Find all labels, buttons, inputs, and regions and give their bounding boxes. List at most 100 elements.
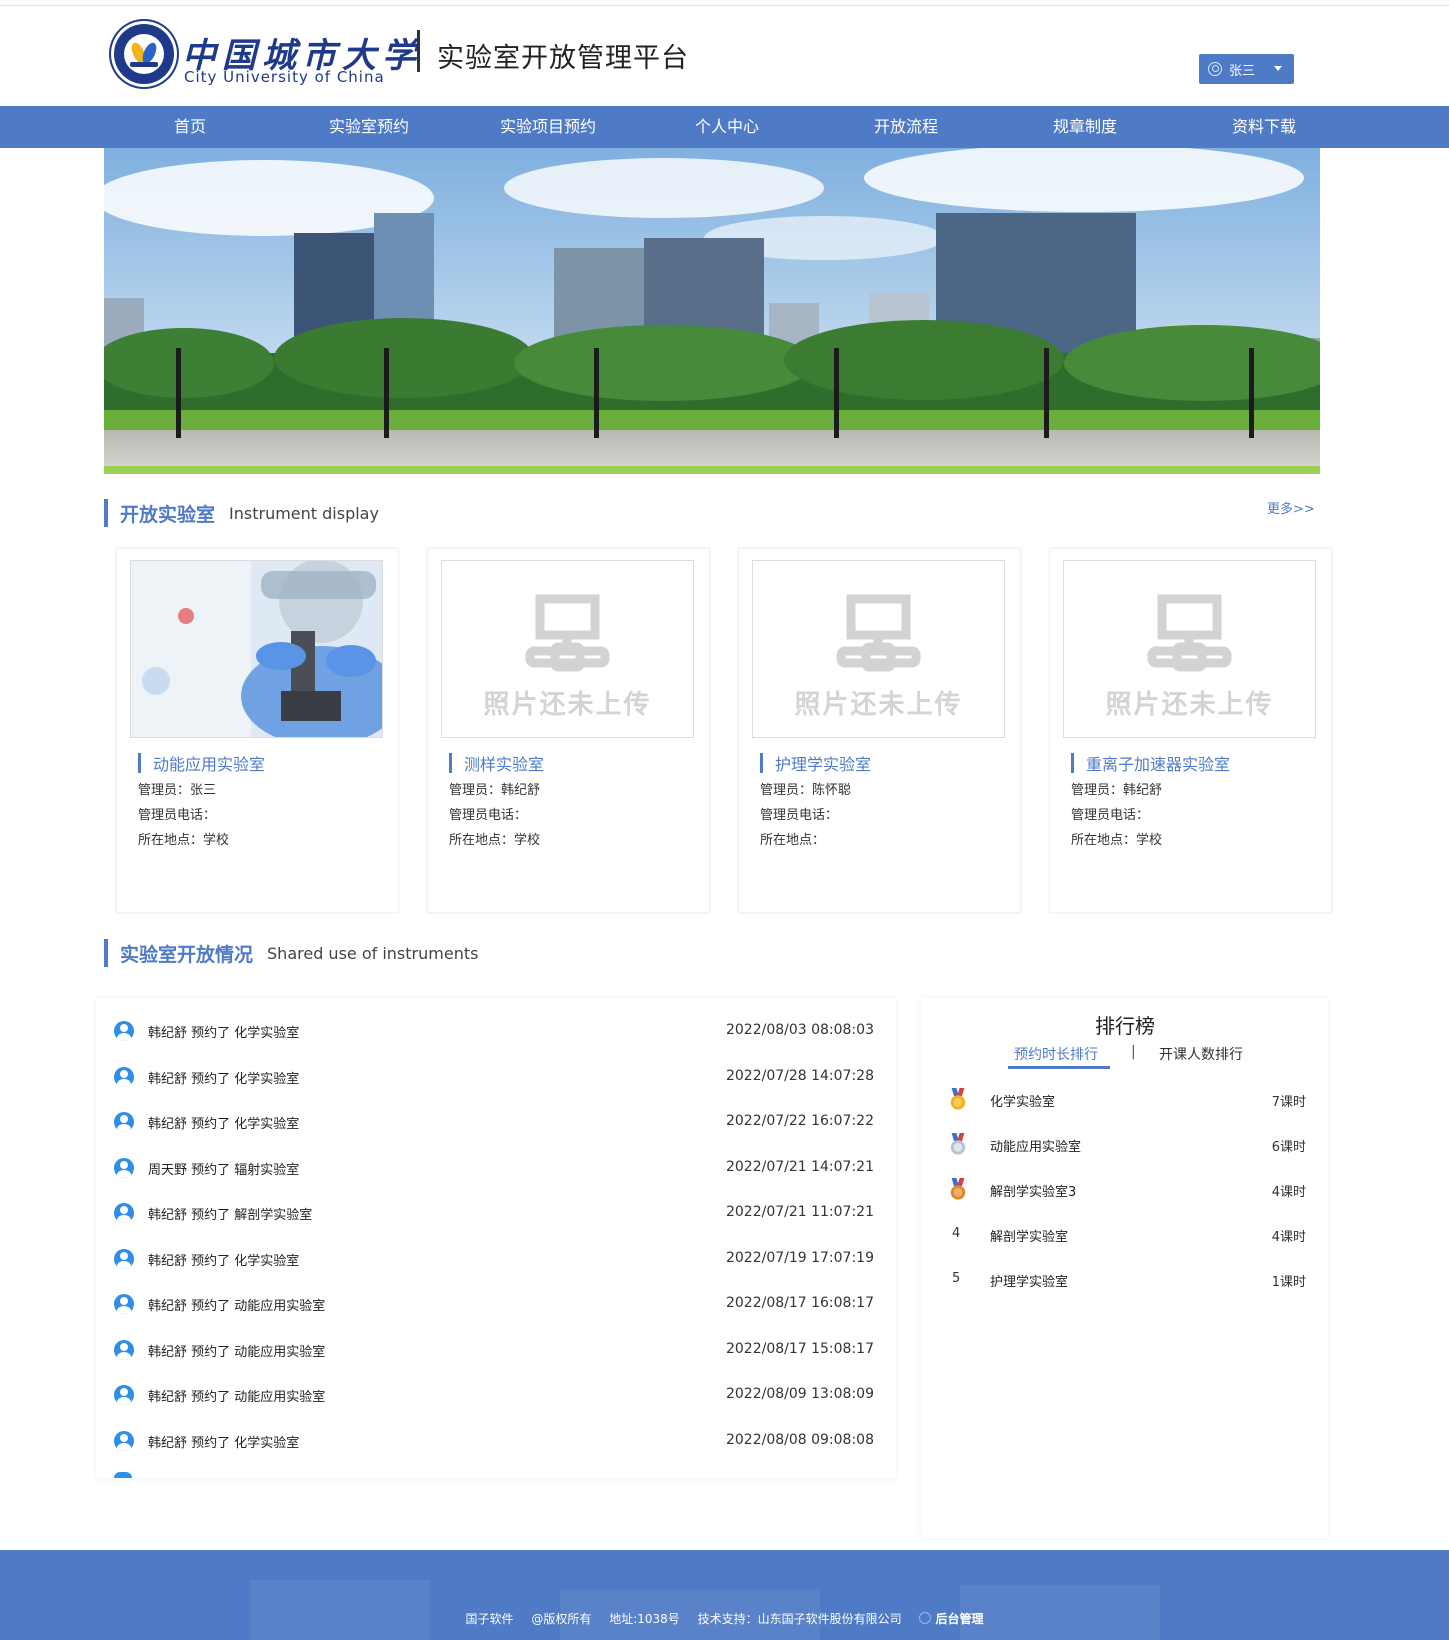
ranking-row[interactable]: 化学实验室 7课时 xyxy=(946,1088,1306,1112)
ranking-panel: 排行榜 预约时长排行 | 开课人数排行 化学实验室 7课时 动能应用实验室 6课… xyxy=(922,998,1328,1538)
list-item[interactable]: 韩纪舒 预约了 动能应用实验室 2022/08/09 13:08:09 xyxy=(114,1383,874,1407)
lab-name: 重离子加速器实验室 xyxy=(1086,755,1231,774)
admin-link-label: 后台管理 xyxy=(935,1612,984,1626)
lab-name: 动能应用实验室 xyxy=(153,755,266,774)
photo-placeholder-text: 照片还未上传 xyxy=(1105,690,1274,720)
more-labs-link[interactable]: 更多>> xyxy=(1267,498,1315,517)
usage-list: 韩纪舒 预约了 化学实验室 2022/08/03 08:08:03 韩纪舒 预约… xyxy=(96,998,896,1478)
usage-time: 2022/08/03 08:08:03 xyxy=(725,1022,874,1038)
ranking-number: 4 xyxy=(952,1226,961,1241)
user-icon xyxy=(1208,62,1222,76)
lab-photo[interactable] xyxy=(130,560,383,738)
list-item[interactable]: 韩纪舒 预约了 化学实验室 2022/08/08 09:08:08 xyxy=(114,1429,874,1453)
user-avatar-icon xyxy=(114,1294,134,1314)
lab-location: 所在地点：学校 xyxy=(1071,833,1163,848)
user-avatar-icon xyxy=(114,1067,134,1087)
lab-photo-placeholder[interactable]: 照片还未上传 xyxy=(752,560,1005,738)
usage-text: 韩纪舒 预约了 化学实验室 xyxy=(148,1254,300,1269)
admin-link[interactable]: 后台管理 xyxy=(919,1612,983,1626)
lab-manager: 管理员：韩纪舒 xyxy=(449,783,541,798)
footer-info: 国子软件 @版权所有 地址:1038号 技术支持：山东国子软件股份有限公司 后台… xyxy=(0,1610,1449,1627)
lab-photo-placeholder[interactable]: 照片还未上传 xyxy=(441,560,694,738)
tab-people-ranking[interactable]: 开课人数排行 xyxy=(1159,1044,1243,1064)
lab-title-link[interactable]: 动能应用实验室 xyxy=(138,751,265,775)
user-menu-button[interactable]: 张三 xyxy=(1199,54,1294,84)
lab-title-link[interactable]: 护理学实验室 xyxy=(760,751,871,775)
open-labs-subtitle: Instrument display xyxy=(229,503,379,523)
user-avatar-icon xyxy=(114,1112,134,1132)
usage-text: 韩纪舒 预约了 解剖学实验室 xyxy=(148,1208,313,1223)
admin-icon xyxy=(919,1612,932,1624)
lab-title-bar xyxy=(1071,753,1074,773)
footer-support: 技术支持：山东国子软件股份有限公司 xyxy=(697,1612,902,1626)
lab-manager: 管理员：张三 xyxy=(138,783,217,798)
usage-text: 韩纪舒 预约了 化学实验室 xyxy=(148,1436,300,1451)
heading-accent-bar xyxy=(104,499,108,527)
list-item[interactable]: 韩纪舒 预约了 化学实验室 2022/07/28 14:07:28 xyxy=(114,1065,874,1089)
usage-time: 2022/07/21 11:07:21 xyxy=(725,1204,874,1220)
list-item[interactable]: 韩纪舒 预约了 解剖学实验室 2022/07/21 11:07:21 xyxy=(114,1201,874,1225)
lab-manager: 管理员：韩纪舒 xyxy=(1071,783,1163,798)
lab-name: 测样实验室 xyxy=(464,755,545,774)
usage-time: 2022/08/17 16:08:17 xyxy=(725,1295,874,1311)
user-avatar-icon xyxy=(114,1021,134,1041)
university-name-en: City University of China xyxy=(184,68,385,86)
ranking-row[interactable]: 动能应用实验室 6课时 xyxy=(946,1133,1306,1157)
lab-card: 动能应用实验室 管理员：张三 管理员电话： 所在地点：学校 xyxy=(116,548,399,913)
list-item[interactable]: 周天野 预约了 辐射实验室 2022/07/21 14:07:21 xyxy=(114,1156,874,1180)
heading-accent-bar xyxy=(104,939,108,967)
lab-title-link[interactable]: 测样实验室 xyxy=(449,751,544,775)
usage-text: 韩纪舒 预约了 动能应用实验室 xyxy=(148,1299,326,1314)
ranking-row[interactable]: 4 解剖学实验室 4课时 xyxy=(946,1223,1306,1247)
ranking-lab-name: 解剖学实验室 xyxy=(990,1230,1069,1245)
nav-downloads[interactable]: 资料下载 xyxy=(1184,106,1344,148)
lab-card: 照片还未上传 护理学实验室 管理员：陈怀聪 管理员电话： 所在地点： xyxy=(738,548,1021,913)
tab-duration-ranking[interactable]: 预约时长排行 xyxy=(1014,1044,1098,1064)
active-tab-underline xyxy=(1008,1066,1110,1069)
main-nav: 首页 实验室预约 实验项目预约 个人中心 开放流程 规章制度 资料下载 xyxy=(0,106,1449,148)
footer: 国子软件 @版权所有 地址:1038号 技术支持：山东国子软件股份有限公司 后台… xyxy=(0,1550,1449,1640)
tab-separator: | xyxy=(1131,1044,1136,1060)
ranking-row[interactable]: 5 护理学实验室 1课时 xyxy=(946,1268,1306,1292)
nav-lab-booking[interactable]: 实验室预约 xyxy=(289,106,449,148)
lab-title-bar xyxy=(138,753,141,773)
lab-manager-phone: 管理员电话： xyxy=(449,808,528,823)
university-logo-icon[interactable] xyxy=(114,24,174,84)
list-item[interactable]: 韩纪舒 预约了 动能应用实验室 2022/08/17 16:08:17 xyxy=(114,1292,874,1316)
lab-card: 照片还未上传 测样实验室 管理员：韩纪舒 管理员电话： 所在地点：学校 xyxy=(427,548,710,913)
ranking-title: 排行榜 xyxy=(1095,1014,1155,1038)
nav-open-process[interactable]: 开放流程 xyxy=(826,106,986,148)
lab-manager-phone: 管理员电话： xyxy=(138,808,217,823)
user-name: 张三 xyxy=(1229,63,1256,79)
ranking-hours: 4课时 xyxy=(1271,1185,1306,1200)
list-item[interactable]: 韩纪舒 预约了 化学实验室 2022/08/03 08:08:03 xyxy=(114,1019,874,1043)
user-avatar-icon xyxy=(114,1203,134,1223)
ranking-number: 5 xyxy=(952,1271,961,1286)
lab-name: 护理学实验室 xyxy=(775,755,872,774)
ranking-hours: 1课时 xyxy=(1271,1275,1306,1290)
lab-title-bar xyxy=(760,753,763,773)
lab-title-link[interactable]: 重离子加速器实验室 xyxy=(1071,751,1230,775)
list-item[interactable]: 韩纪舒 预约了 化学实验室 2022/07/19 17:07:19 xyxy=(114,1247,874,1271)
usage-time: 2022/07/22 16:07:22 xyxy=(725,1113,874,1129)
list-item[interactable]: 韩纪舒 预约了 动能应用实验室 2022/08/17 15:08:17 xyxy=(114,1338,874,1362)
ranking-hours: 4课时 xyxy=(1271,1230,1306,1245)
usage-time: 2022/07/19 17:07:19 xyxy=(725,1250,874,1266)
usage-title: 实验室开放情况 xyxy=(120,943,254,966)
footer-company: 国子软件 xyxy=(465,1612,514,1626)
gold-medal-icon xyxy=(950,1088,966,1110)
ranking-row[interactable]: 解剖学实验室3 4课时 xyxy=(946,1178,1306,1202)
lab-photo-placeholder[interactable]: 照片还未上传 xyxy=(1063,560,1316,738)
nav-regulations[interactable]: 规章制度 xyxy=(1005,106,1165,148)
usage-time: 2022/08/17 15:08:17 xyxy=(725,1341,874,1357)
nav-home[interactable]: 首页 xyxy=(110,106,270,148)
photo-placeholder-text: 照片还未上传 xyxy=(483,690,652,720)
ranking-lab-name: 动能应用实验室 xyxy=(990,1140,1082,1155)
ranking-lab-name: 解剖学实验室3 xyxy=(990,1185,1077,1200)
user-avatar-icon xyxy=(114,1431,134,1451)
list-item[interactable]: 韩纪舒 预约了 化学实验室 2022/07/22 16:07:22 xyxy=(114,1110,874,1134)
caret-down-icon xyxy=(1274,66,1282,71)
usage-text: 韩纪舒 预约了 化学实验室 xyxy=(148,1026,300,1041)
nav-personal-center[interactable]: 个人中心 xyxy=(647,106,807,148)
nav-project-booking[interactable]: 实验项目预约 xyxy=(468,106,628,148)
